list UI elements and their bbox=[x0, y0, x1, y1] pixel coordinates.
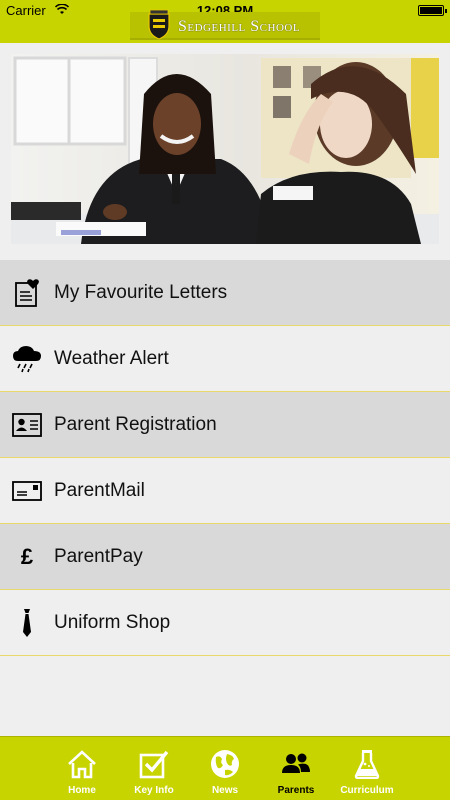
pound-icon: £ bbox=[20, 543, 34, 569]
tab-label: Parents bbox=[277, 785, 315, 796]
menu-item-label: Weather Alert bbox=[54, 347, 169, 369]
menu-item-parentpay[interactable]: £ ParentPay bbox=[0, 524, 450, 590]
menu-item-favourite-letters[interactable]: My Favourite Letters bbox=[0, 260, 450, 326]
tab-key-info[interactable]: Key Info bbox=[118, 737, 190, 800]
parents-menu: My Favourite Letters Weather Alert Paren… bbox=[0, 260, 450, 656]
people-icon bbox=[281, 749, 311, 779]
letter-heart-icon bbox=[0, 260, 54, 326]
tab-curriculum[interactable]: Curriculum bbox=[331, 737, 403, 800]
tab-bar: Home Key Info News Parents Curriculum bbox=[0, 736, 450, 800]
menu-item-parentmail[interactable]: ParentMail bbox=[0, 458, 450, 524]
flask-icon bbox=[352, 749, 382, 780]
home-icon bbox=[67, 749, 97, 779]
tab-label: Home bbox=[68, 785, 96, 796]
menu-item-label: ParentMail bbox=[54, 479, 145, 501]
menu-item-parent-registration[interactable]: Parent Registration bbox=[0, 392, 450, 458]
tab-label: Curriculum bbox=[340, 785, 394, 796]
tab-label: News bbox=[211, 785, 239, 796]
school-crest-icon bbox=[146, 8, 172, 40]
menu-item-label: Uniform Shop bbox=[54, 611, 171, 633]
menu-item-weather-alert[interactable]: Weather Alert bbox=[0, 326, 450, 392]
tab-home[interactable]: Home bbox=[46, 737, 118, 800]
tab-label: Key Info bbox=[134, 785, 174, 796]
school-logo: Sedgehill School bbox=[130, 9, 320, 40]
menu-item-label: ParentPay bbox=[54, 545, 143, 567]
mail-icon bbox=[0, 458, 54, 524]
id-card-icon bbox=[0, 392, 54, 458]
header-bar: Carrier 12:08 PM Sedgehill School bbox=[0, 0, 450, 43]
menu-item-label: Parent Registration bbox=[54, 413, 217, 435]
tie-icon bbox=[0, 590, 54, 656]
menu-item-label: My Favourite Letters bbox=[54, 281, 228, 303]
tab-parents[interactable]: Parents bbox=[260, 737, 332, 800]
checkbox-icon bbox=[139, 749, 169, 779]
logo-text: Sedgehill School bbox=[178, 18, 301, 35]
menu-item-uniform-shop[interactable]: Uniform Shop bbox=[0, 590, 450, 656]
battery-icon bbox=[418, 5, 447, 16]
globe-icon bbox=[210, 749, 240, 779]
rain-cloud-icon bbox=[0, 326, 54, 392]
hero-photo bbox=[11, 54, 439, 244]
tab-news[interactable]: News bbox=[189, 737, 261, 800]
